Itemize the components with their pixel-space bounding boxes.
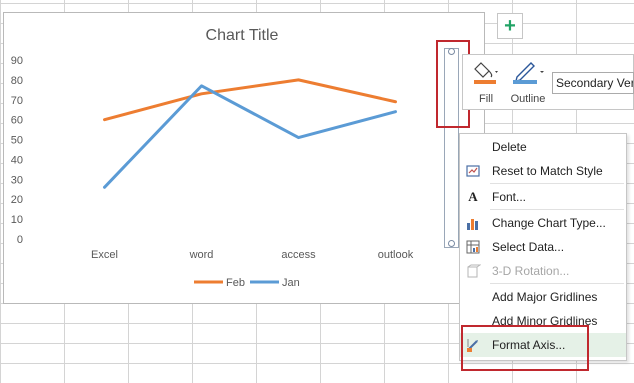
fill-button[interactable]: Fill [471, 59, 501, 105]
y-tick-label: 10 [11, 214, 23, 226]
menu-item-change-chart-type[interactable]: Change Chart Type... [460, 211, 626, 235]
menu-item-add-major-gridlines[interactable]: Add Major Gridlines [460, 285, 626, 309]
x-tick-label: Excel [91, 249, 118, 261]
legend[interactable]: Feb Jan [194, 277, 300, 289]
menu-label: Delete [492, 140, 527, 154]
series-lines[interactable] [103, 78, 397, 189]
series-line-feb[interactable] [103, 78, 397, 122]
legend-label-jan: Jan [282, 277, 300, 289]
fill-label: Fill [478, 93, 494, 105]
chart-elements-button[interactable]: + [497, 13, 523, 39]
menu-label: Add Major Gridlines [492, 290, 598, 304]
line-chart: Chart Title 0 10 20 30 40 50 60 70 80 90 Excel wor… [11, 27, 414, 289]
y-tick-label: 0 [17, 234, 23, 246]
menu-item-3d-rotation[interactable]: 3-D Rotation... [460, 259, 626, 283]
legend-label-feb: Feb [226, 277, 245, 289]
rotation-icon [465, 263, 482, 279]
y-tick-label: 40 [11, 154, 23, 166]
select-data-icon [465, 239, 481, 255]
y-tick-label: 70 [11, 95, 23, 107]
data-point-feb[interactable] [394, 100, 397, 103]
data-point-jan[interactable] [394, 110, 397, 113]
menu-item-delete[interactable]: Delete [460, 135, 626, 159]
outline-button[interactable]: Outline [505, 59, 551, 105]
data-point-feb[interactable] [297, 78, 300, 81]
format-axis-highlight-box [461, 325, 589, 371]
y-tick-label: 30 [11, 174, 23, 186]
data-point-feb[interactable] [200, 92, 203, 95]
chart-element-selector[interactable]: Secondary Vert [552, 72, 634, 94]
menu-item-select-data[interactable]: Select Data... [460, 235, 626, 259]
font-icon: A [468, 189, 478, 204]
series-line-jan[interactable] [103, 84, 397, 189]
mini-toolbar: Fill Outline Secondary Vert [462, 54, 634, 110]
data-point-jan[interactable] [297, 136, 300, 139]
resize-handle-bottom[interactable] [448, 240, 455, 247]
data-point-jan[interactable] [200, 84, 203, 87]
y-tick-label: 50 [11, 135, 23, 147]
menu-label: Change Chart Type... [492, 216, 606, 230]
x-tick-label: access [281, 249, 316, 261]
plus-icon: + [504, 15, 516, 37]
x-axis-ticks[interactable]: Excel word access outlook [91, 249, 414, 261]
paint-bucket-icon [471, 59, 501, 85]
y-tick-label: 80 [11, 75, 23, 87]
pen-outline-icon [505, 59, 551, 85]
reset-style-icon [465, 163, 481, 179]
y-tick-label: 90 [11, 55, 23, 67]
chart-area[interactable]: Chart Title 0 10 20 30 40 50 60 70 80 90 Excel wor… [3, 12, 485, 304]
data-point-jan[interactable] [103, 186, 106, 189]
x-tick-label: word [189, 249, 214, 261]
x-tick-label: outlook [378, 249, 414, 261]
menu-label: Reset to Match Style [492, 164, 603, 178]
menu-item-font[interactable]: A Font... [460, 185, 626, 209]
y-tick-label: 20 [11, 194, 23, 206]
menu-label: Font... [492, 190, 527, 204]
data-point-feb[interactable] [103, 118, 106, 121]
menu-label: 3-D Rotation... [492, 264, 570, 278]
y-axis-ticks[interactable]: 0 10 20 30 40 50 60 70 80 90 [11, 55, 23, 246]
menu-separator [490, 283, 624, 284]
chart-title[interactable]: Chart Title [206, 27, 279, 44]
change-chart-type-icon [465, 215, 481, 231]
menu-label: Select Data... [492, 240, 565, 254]
y-tick-label: 60 [11, 115, 23, 127]
outline-label: Outline [510, 93, 546, 105]
menu-item-reset-to-match-style[interactable]: Reset to Match Style [460, 159, 626, 183]
menu-separator [490, 183, 624, 184]
menu-separator [490, 209, 624, 210]
